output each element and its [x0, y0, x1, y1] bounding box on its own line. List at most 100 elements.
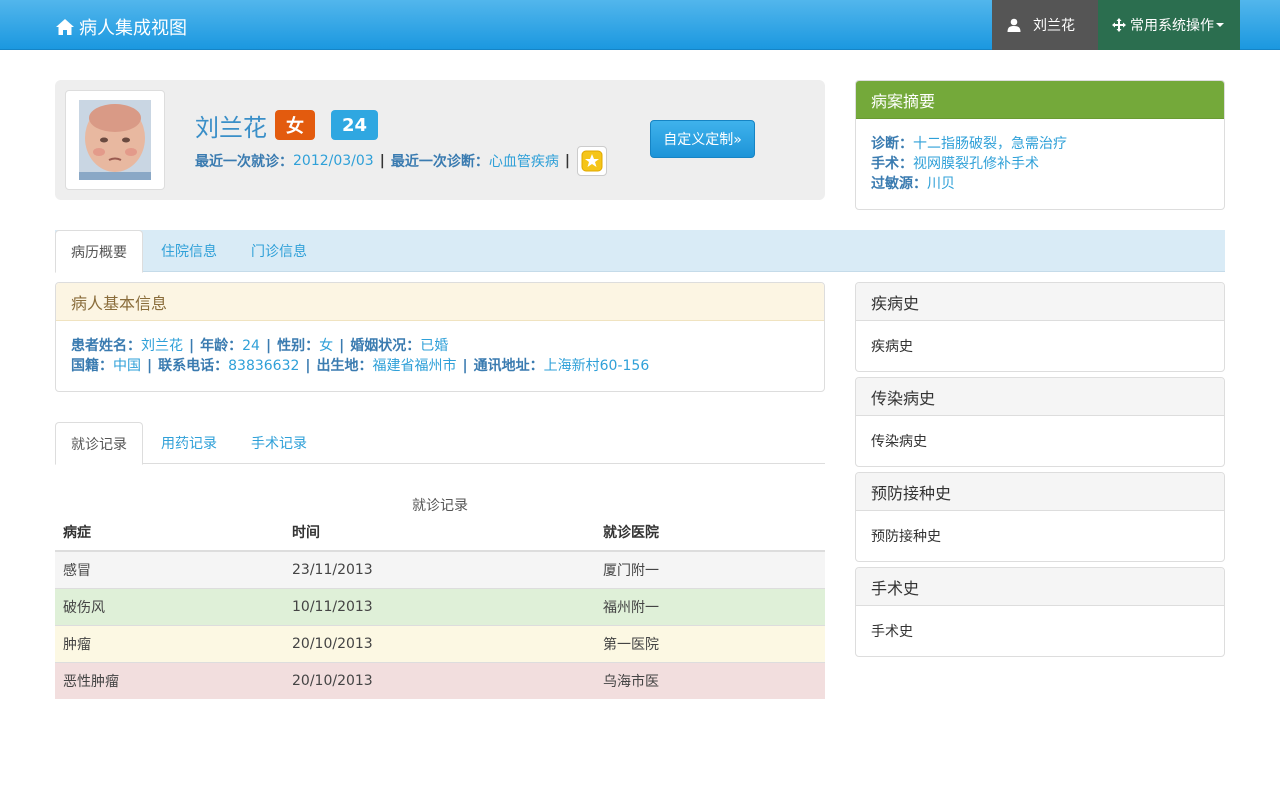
separator: |: [305, 358, 311, 374]
system-ops-label: 常用系统操作: [1130, 18, 1214, 34]
info-value[interactable]: 已婚: [420, 338, 448, 354]
caret-down-icon: [1216, 23, 1224, 27]
profile-meta: 最近一次就诊： 2012/03/03 | 最近一次诊断： 心血管疾病 |: [195, 151, 576, 171]
table-cell: 乌海市医: [595, 661, 825, 699]
customize-button[interactable]: 自定义定制»: [650, 120, 755, 158]
surgery-history-panel: 手术史 手术史: [855, 567, 1225, 657]
last-diagnosis-value[interactable]: 心血管疾病: [489, 151, 559, 171]
app-title: 病人集成视图: [79, 18, 187, 39]
disease-history-panel: 疾病史 疾病史: [855, 282, 1225, 372]
favorite-button[interactable]: [577, 146, 607, 176]
table-cell: 破伤风: [55, 587, 284, 625]
column-header: 时间: [284, 514, 595, 552]
info-label: 出生地：: [316, 358, 373, 374]
summary-row: 诊断：十二指肠破裂，急需治疗: [871, 134, 1209, 154]
table-cell: 第一医院: [595, 624, 825, 662]
panel-title: 预防接种史: [856, 473, 1224, 511]
panel-body: 预防接种史: [871, 529, 941, 545]
table-cell: 感冒: [55, 550, 284, 588]
info-value[interactable]: 福建省福州市: [373, 358, 457, 374]
record-tab-bar: 就诊记录 用药记录 手术记录: [55, 422, 825, 465]
separator: |: [265, 338, 272, 354]
tab-outpatient[interactable]: 门诊信息: [236, 230, 322, 272]
table-cell: 肿瘤: [55, 624, 284, 662]
table-row[interactable]: 破伤风 10/11/2013 福州附一: [55, 587, 825, 625]
patient-name: 刘兰花: [195, 114, 267, 142]
table-cell: 23/11/2013: [284, 550, 595, 588]
summary-label: 诊断：: [871, 136, 913, 152]
table-cell: 恶性肿瘤: [55, 661, 284, 699]
panel-title: 疾病史: [856, 283, 1224, 321]
tab-overview[interactable]: 病历概要: [55, 230, 143, 273]
basic-info-line: 国籍：中国 | 联系电话：83836632 | 出生地：福建省福州市 | 通讯地址：上海新村…: [71, 356, 809, 376]
tab-visit-records[interactable]: 就诊记录: [55, 422, 143, 465]
age-badge: 24: [331, 110, 378, 140]
basic-info-line: 患者姓名：刘兰花 | 年龄：24 | 性别：女 | 婚姻状况：已婚: [71, 336, 809, 356]
info-label: 性别：: [277, 338, 320, 354]
summary-value[interactable]: 十二指肠破裂，急需治疗: [913, 136, 1067, 152]
table-caption: 就诊记录: [412, 498, 468, 514]
move-icon: [1112, 18, 1126, 32]
panel-title: 传染病史: [856, 378, 1224, 416]
info-label: 联系电话：: [158, 358, 229, 374]
info-label: 婚姻状况：: [350, 338, 421, 354]
info-value[interactable]: 女: [319, 338, 333, 354]
panel-title: 手术史: [856, 568, 1224, 606]
panel-body: 手术史: [871, 624, 913, 640]
case-summary-title: 病案摘要: [856, 81, 1224, 119]
summary-label: 手术：: [871, 156, 913, 172]
home-icon: [56, 19, 74, 35]
last-diagnosis-label: 最近一次诊断：: [390, 154, 489, 170]
tab-surgery-records[interactable]: 手术记录: [236, 422, 322, 464]
basic-info-title: 病人基本信息: [56, 283, 824, 321]
info-label: 年龄：: [200, 338, 243, 354]
info-value[interactable]: 上海新村60-156: [544, 358, 650, 374]
patient-profile-card: 刘兰花 女 24 最近一次就诊： 2012/03/03 | 最近一次诊断： 心血…: [55, 80, 825, 200]
case-summary-panel: 病案摘要 诊断：十二指肠破裂，急需治疗 手术：视网膜裂孔修补手术 过敏源：川贝: [855, 80, 1225, 210]
panel-body: 传染病史: [871, 434, 927, 450]
last-visit-label: 最近一次就诊：: [195, 154, 293, 170]
table-cell: 10/11/2013: [284, 587, 595, 625]
info-value[interactable]: 83836632: [228, 358, 299, 374]
table-row[interactable]: 肿瘤 20/10/2013 第一医院: [55, 624, 825, 662]
column-header: 就诊医院: [595, 514, 825, 552]
separator: |: [462, 358, 468, 374]
info-label: 国籍：: [71, 358, 113, 374]
summary-value[interactable]: 川贝: [927, 176, 955, 192]
patient-photo: [79, 100, 151, 180]
summary-row: 手术：视网膜裂孔修补手术: [871, 154, 1209, 174]
column-header: 病症: [55, 514, 284, 552]
separator: |: [339, 338, 345, 354]
table-cell: 厦门附一: [595, 550, 825, 588]
nav-user-name: 刘兰花: [1033, 18, 1075, 34]
table-cell: 20/10/2013: [284, 624, 595, 662]
table-row[interactable]: 恶性肿瘤 20/10/2013 乌海市医: [55, 661, 825, 699]
info-value[interactable]: 24: [242, 338, 260, 354]
last-visit-value[interactable]: 2012/03/03: [293, 153, 374, 169]
vaccination-history-panel: 预防接种史 预防接种史: [855, 472, 1225, 562]
sex-badge: 女: [275, 110, 315, 140]
tab-inpatient[interactable]: 住院信息: [146, 230, 232, 272]
summary-value[interactable]: 视网膜裂孔修补手术: [913, 156, 1039, 172]
separator: |: [379, 153, 385, 169]
info-value[interactable]: 刘兰花: [141, 338, 183, 354]
info-value[interactable]: 中国: [113, 358, 141, 374]
user-icon: [1007, 18, 1021, 32]
avatar: [65, 90, 165, 190]
separator: |: [189, 338, 195, 354]
info-label: 患者姓名：: [71, 338, 141, 354]
app-brand[interactable]: 病人集成视图: [55, 14, 187, 40]
nav-user-menu[interactable]: 刘兰花: [992, 0, 1098, 50]
summary-row: 过敏源：川贝: [871, 174, 1209, 194]
star-icon: [581, 150, 603, 172]
separator: |: [564, 153, 570, 169]
table-row[interactable]: 感冒 23/11/2013 厦门附一: [55, 550, 825, 588]
basic-info-panel: 病人基本信息 患者姓名：刘兰花 | 年龄：24 | 性别：女 | 婚姻状况：已婚 国籍：中国…: [55, 282, 825, 392]
system-ops-dropdown[interactable]: 常用系统操作: [1098, 0, 1240, 50]
panel-body: 疾病史: [871, 339, 913, 355]
table-header-row: 病症 时间 就诊医院: [55, 514, 825, 552]
infectious-history-panel: 传染病史 传染病史: [855, 377, 1225, 467]
table-cell: 福州附一: [595, 587, 825, 625]
table-cell: 20/10/2013: [284, 661, 595, 699]
tab-medication-records[interactable]: 用药记录: [146, 422, 232, 464]
